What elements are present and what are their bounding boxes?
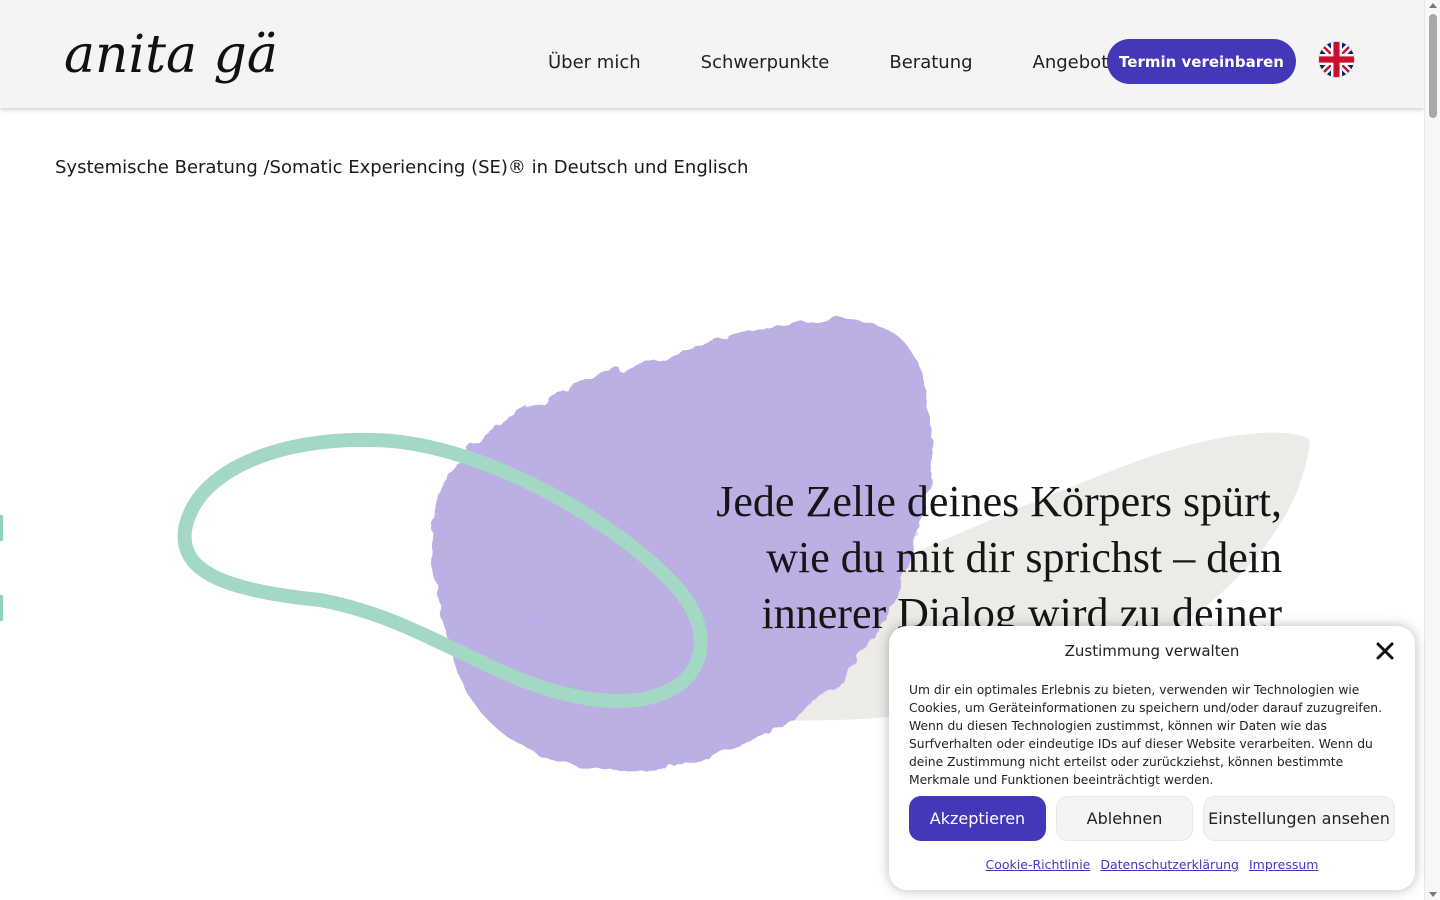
hero-tagline: Systemische Beratung /Somatic Experienci… <box>55 157 749 178</box>
cookie-dialog-body: Um dir ein optimales Erlebnis zu bieten,… <box>909 683 1382 787</box>
nav-item-schwerpunkte[interactable]: Schwerpunkte <box>701 52 830 73</box>
nav-item-beratung[interactable]: Beratung <box>889 52 972 73</box>
uk-flag-icon[interactable] <box>1318 41 1355 78</box>
edge-accent-mark <box>0 595 3 621</box>
book-appointment-button[interactable]: Termin vereinbaren <box>1107 39 1296 84</box>
cookie-dialog-title: Zustimmung verwalten <box>1064 642 1240 660</box>
imprint-link[interactable]: Impressum <box>1249 857 1318 872</box>
site-header: anita gäbert Über mich Schwerpunkte Bera… <box>0 0 1424 108</box>
hero-quote-line: wie du mit dir sprichst – dein <box>766 533 1282 582</box>
hero-quote: Jede Zelle deines Körpers spürt, wie du … <box>642 474 1282 642</box>
page-scrollbar[interactable] <box>1424 0 1440 900</box>
close-icon[interactable] <box>1375 641 1395 661</box>
cookie-policy-link[interactable]: Cookie-Richtlinie <box>986 857 1091 872</box>
nav-item-angebot[interactable]: Angebot <box>1033 52 1109 73</box>
logo-text: anita gäbert <box>64 25 277 85</box>
scroll-thumb[interactable] <box>1429 14 1437 118</box>
scroll-up-arrow-icon[interactable] <box>1429 3 1437 8</box>
main-nav: Über mich Schwerpunkte Beratung Angebot <box>548 40 1108 84</box>
edge-accent-mark <box>0 515 3 541</box>
hero-quote-line: Jede Zelle deines Körpers spürt, <box>716 477 1282 526</box>
site-logo[interactable]: anita gäbert <box>62 10 277 110</box>
privacy-policy-link[interactable]: Datenschutzerklärung <box>1100 857 1239 872</box>
scroll-down-arrow-icon[interactable] <box>1429 892 1437 897</box>
deny-cookies-button[interactable]: Ablehnen <box>1056 796 1193 841</box>
accept-cookies-button[interactable]: Akzeptieren <box>909 796 1046 841</box>
cookie-dialog-links: Cookie-Richtlinie Datenschutzerklärung I… <box>889 857 1415 872</box>
cookie-consent-dialog: Zustimmung verwalten Um dir ein optimale… <box>889 626 1415 890</box>
cookie-settings-button[interactable]: Einstellungen ansehen <box>1203 796 1395 841</box>
nav-item-ueber-mich[interactable]: Über mich <box>548 52 641 73</box>
